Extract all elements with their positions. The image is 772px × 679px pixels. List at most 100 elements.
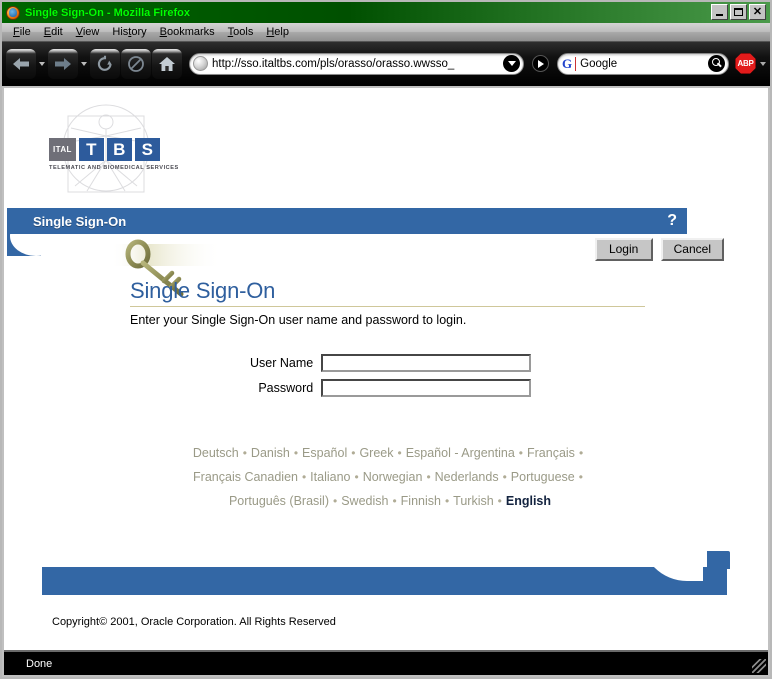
title-divider (130, 306, 645, 307)
page-instruction: Enter your Single Sign-On user name and … (130, 313, 467, 327)
stop-button[interactable] (121, 48, 151, 79)
menu-edit[interactable]: Edit (38, 25, 70, 39)
status-bar: Done (4, 650, 768, 675)
language-separator: • (444, 494, 450, 508)
browser-window: Single Sign-On - Mozilla Firefox ✕ File … (0, 0, 772, 679)
language-link-danish[interactable]: Danish (251, 446, 290, 460)
menu-history[interactable]: History (106, 25, 153, 39)
language-separator: • (397, 446, 402, 460)
language-link-fran-ais-canadien[interactable]: Français Canadien (193, 470, 298, 484)
close-button[interactable]: ✕ (749, 4, 766, 20)
language-link-espa-ol-argentina[interactable]: Español - Argentina (406, 446, 515, 460)
copyright-text: Copyright© 2001, Oracle Corporation. All… (52, 616, 336, 628)
language-link-fran-ais[interactable]: Français (527, 446, 575, 460)
stop-icon (128, 55, 144, 72)
language-separator: • (392, 494, 397, 508)
reload-button[interactable] (90, 48, 120, 79)
menu-bookmarks[interactable]: Bookmarks (154, 25, 222, 39)
logo-letter-s: S (134, 138, 160, 161)
go-button[interactable] (529, 53, 551, 75)
page-header-band: Single Sign-On ? (7, 208, 687, 234)
resize-grip-icon[interactable] (752, 659, 766, 673)
logo-letter-t: T (78, 138, 104, 161)
forward-history-caret[interactable] (79, 49, 88, 79)
menu-file[interactable]: File (7, 25, 38, 39)
login-button[interactable]: Login (594, 238, 653, 261)
search-bar[interactable]: G Google (557, 52, 729, 75)
logo-ital-badge: ITAL (49, 138, 76, 161)
forward-button[interactable] (48, 48, 78, 79)
language-link-finnish[interactable]: Finnish (401, 494, 441, 508)
language-link-swedish[interactable]: Swedish (341, 494, 388, 508)
page-favicon-icon (193, 56, 208, 71)
language-separator: • (242, 446, 247, 460)
close-icon: ✕ (752, 5, 763, 18)
language-separator: • (518, 446, 523, 460)
window-controls: ✕ (711, 4, 766, 20)
language-separator: • (578, 470, 583, 484)
language-separator: • (497, 494, 502, 508)
username-label: User Name (250, 356, 314, 370)
page-content: ITAL T B S TELEMATIC AND BIOMEDICAL SERV… (4, 88, 768, 652)
menu-help[interactable]: Help (260, 25, 296, 39)
page-title: Single Sign-On (130, 278, 276, 303)
language-separator: • (502, 470, 507, 484)
search-input[interactable]: Google (580, 58, 708, 70)
logo-tagline: TELEMATIC AND BIOMEDICAL SERVICES (49, 165, 179, 171)
back-history-caret[interactable] (37, 49, 46, 79)
adblock-plus-button[interactable]: ABP (735, 53, 766, 74)
url-dropdown-icon[interactable] (503, 55, 520, 72)
tbs-logo-lettermarks: ITAL T B S (49, 138, 160, 161)
login-form: User Name Password (250, 354, 532, 397)
window-title: Single Sign-On - Mozilla Firefox (25, 6, 191, 19)
language-link-deutsch[interactable]: Deutsch (193, 446, 239, 460)
back-arrow-icon (13, 57, 29, 70)
firefox-icon (5, 5, 21, 21)
menu-tools[interactable]: Tools (222, 25, 261, 39)
language-link-portugu-s-brasil[interactable]: Português (Brasil) (229, 494, 329, 508)
navigation-toolbar: http://sso.italtbs.com/pls/orasso/orasso… (2, 42, 770, 86)
adblock-plus-icon: ABP (735, 53, 756, 74)
url-bar[interactable]: http://sso.italtbs.com/pls/orasso/orasso… (189, 52, 524, 75)
username-field[interactable] (321, 354, 532, 372)
password-label: Password (258, 381, 314, 395)
language-selector: Deutsch • Danish • Español • Greek • Español - A… (130, 441, 650, 513)
reload-icon (97, 55, 112, 71)
back-button[interactable] (6, 48, 36, 79)
footer-band (42, 567, 727, 595)
language-link-nederlands[interactable]: Nederlands (435, 470, 499, 484)
language-link-turkish[interactable]: Turkish (453, 494, 494, 508)
google-logo-icon: G (562, 56, 577, 71)
language-separator: • (426, 470, 431, 484)
language-separator: • (293, 446, 299, 460)
menu-view[interactable]: View (70, 25, 107, 39)
url-input[interactable]: http://sso.italtbs.com/pls/orasso/orasso… (212, 58, 503, 70)
action-buttons: Login Cancel (594, 238, 724, 261)
go-arrow-icon (531, 55, 549, 72)
logo-letter-b: B (106, 138, 132, 161)
language-link-portuguese[interactable]: Portuguese (511, 470, 575, 484)
language-separator: • (354, 470, 359, 484)
chevron-down-icon[interactable] (760, 61, 766, 66)
language-link-english[interactable]: English (506, 494, 551, 508)
language-separator: • (351, 446, 356, 460)
home-button[interactable] (152, 48, 182, 79)
language-separator: • (578, 446, 584, 460)
page-header-title: Single Sign-On (33, 213, 127, 229)
language-link-norwegian[interactable]: Norwegian (363, 470, 423, 484)
language-link-espa-ol[interactable]: Español (302, 446, 347, 460)
cancel-button[interactable]: Cancel (660, 238, 724, 261)
language-link-italiano[interactable]: Italiano (310, 470, 350, 484)
language-separator: • (333, 494, 338, 508)
minimize-button[interactable] (711, 4, 728, 20)
home-icon (159, 56, 175, 71)
magnifier-icon[interactable] (708, 55, 725, 72)
title-bar: Single Sign-On - Mozilla Firefox ✕ (2, 2, 770, 23)
maximize-button[interactable] (730, 4, 747, 20)
password-field[interactable] (321, 379, 532, 397)
help-question-icon[interactable]: ? (667, 212, 677, 230)
forward-arrow-icon (55, 57, 71, 70)
header-corner-notch (7, 234, 41, 256)
language-separator: • (301, 470, 307, 484)
language-link-greek[interactable]: Greek (359, 446, 393, 460)
